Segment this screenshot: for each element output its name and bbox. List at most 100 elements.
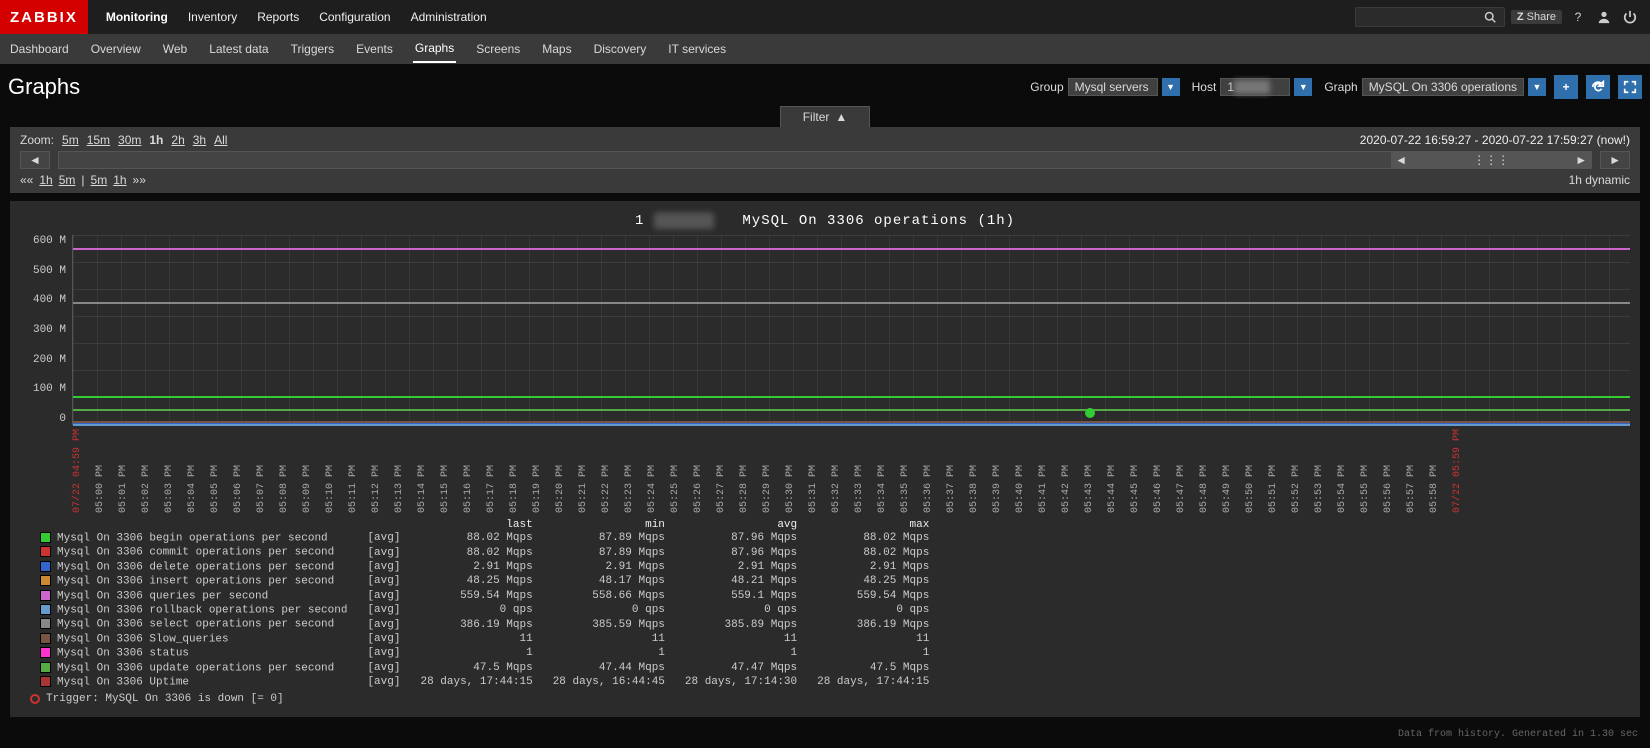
fixed-5m-b[interactable]: 5m — [91, 173, 108, 187]
filter-toggle[interactable]: Filter ▲ — [780, 106, 871, 127]
group-select[interactable]: Mysql servers — [1068, 78, 1158, 96]
top-nav: Monitoring Inventory Reports Configuration A… — [106, 10, 487, 24]
fixed-tail[interactable]: »» — [133, 173, 146, 187]
fixed-5m[interactable]: 5m — [59, 173, 76, 187]
handle-left-icon: ◄ — [1395, 153, 1407, 167]
zoom-All[interactable]: All — [214, 133, 227, 147]
x-tick: 05:06 PM — [233, 429, 244, 513]
topnav-inventory[interactable]: Inventory — [188, 10, 237, 24]
zoom-15m[interactable]: 15m — [87, 133, 110, 147]
zoom-1h[interactable]: 1h — [149, 133, 163, 147]
topnav-reports[interactable]: Reports — [257, 10, 299, 24]
x-tick: 05:50 PM — [1245, 429, 1256, 513]
x-tick: 05:40 PM — [1015, 429, 1026, 513]
legend-swatch — [40, 662, 51, 673]
subnav-web[interactable]: Web — [161, 36, 189, 62]
x-tick: 05:47 PM — [1176, 429, 1187, 513]
subnav-graphs[interactable]: Graphs — [413, 35, 456, 63]
subnav-events[interactable]: Events — [354, 36, 395, 62]
x-tick: 07/22 04:59 PM — [72, 429, 83, 513]
x-tick: 05:46 PM — [1153, 429, 1164, 513]
x-tick: 05:27 PM — [716, 429, 727, 513]
chart-plot[interactable] — [72, 235, 1630, 425]
time-next-button[interactable]: ► — [1600, 151, 1630, 169]
time-controls: Zoom:5m15m30m1h2h3hAll 2020-07-22 16:59:… — [10, 127, 1640, 193]
x-tick: 05:26 PM — [693, 429, 704, 513]
x-tick: 07/22 05:59 PM — [1452, 429, 1463, 513]
subnav-screens[interactable]: Screens — [474, 36, 522, 62]
legend-row: Mysql On 3306 begin operations per secon… — [30, 531, 939, 545]
fixed-sep: | — [81, 173, 84, 187]
legend-header: last — [410, 519, 542, 531]
subnav-triggers[interactable]: Triggers — [289, 36, 337, 62]
zoom-30m[interactable]: 30m — [118, 133, 141, 147]
subnav-latest-data[interactable]: Latest data — [207, 36, 270, 62]
graph-label: Graph — [1324, 80, 1357, 94]
user-icon[interactable] — [1594, 7, 1614, 27]
legend-header — [30, 519, 410, 531]
heading-row: Graphs Group Mysql servers ▼ Host 1xxxxx… — [0, 64, 1650, 106]
subnav-discovery[interactable]: Discovery — [592, 36, 649, 62]
legend-row: Mysql On 3306 insert operations per seco… — [30, 574, 939, 588]
refresh-button[interactable] — [1586, 75, 1610, 99]
add-favorite-button[interactable]: + — [1554, 75, 1578, 99]
host-dropdown-icon[interactable]: ▼ — [1294, 78, 1312, 96]
subnav-overview[interactable]: Overview — [89, 36, 143, 62]
share-label: Share — [1527, 11, 1556, 23]
logo[interactable]: ZABBIX — [0, 0, 88, 34]
chart-title: 1 ██████ MySQL On 3306 operations (1h) — [20, 213, 1630, 229]
x-tick: 05:25 PM — [670, 429, 681, 513]
x-tick: 05:51 PM — [1268, 429, 1279, 513]
legend-header: min — [543, 519, 675, 531]
x-tick: 05:49 PM — [1222, 429, 1233, 513]
global-search[interactable] — [1355, 7, 1505, 27]
graph-dropdown-icon[interactable]: ▼ — [1528, 78, 1546, 96]
y-tick: 200 M — [33, 354, 66, 366]
subnav-it-services[interactable]: IT services — [666, 36, 728, 62]
subnav-dashboard[interactable]: Dashboard — [8, 36, 71, 62]
legend-swatch — [40, 532, 51, 543]
time-scrubber-handle[interactable]: ◄ ⋮⋮⋮ ► — [1391, 152, 1591, 168]
host-select[interactable]: 1xxxxx — [1220, 78, 1290, 96]
legend-swatch — [40, 604, 51, 615]
help-icon[interactable]: ? — [1568, 7, 1588, 27]
zoom-label: Zoom: — [20, 133, 54, 147]
subnav-maps[interactable]: Maps — [540, 36, 573, 62]
legend-row: Mysql On 3306 rollback operations per se… — [30, 603, 939, 617]
legend-swatch — [40, 618, 51, 629]
y-tick: 100 M — [33, 383, 66, 395]
series-line — [73, 409, 1630, 411]
legend-header: max — [807, 519, 939, 531]
x-tick: 05:32 PM — [831, 429, 842, 513]
zoom-2h[interactable]: 2h — [171, 133, 184, 147]
host-value: 1 — [1227, 80, 1234, 94]
handle-right-icon: ► — [1575, 153, 1587, 167]
zoom-5m[interactable]: 5m — [62, 133, 79, 147]
fixed-1h[interactable]: 1h — [39, 173, 52, 187]
graph-select[interactable]: MySQL On 3306 operations — [1362, 78, 1524, 96]
filter-label: Filter — [803, 110, 830, 124]
fixed-lead[interactable]: «« — [20, 173, 33, 187]
power-icon[interactable] — [1620, 7, 1640, 27]
chart-card: 1 ██████ MySQL On 3306 operations (1h) 6… — [10, 201, 1640, 717]
topnav-configuration[interactable]: Configuration — [319, 10, 390, 24]
topnav-administration[interactable]: Administration — [411, 10, 487, 24]
time-prev-button[interactable]: ◄ — [20, 151, 50, 169]
legend-row: Mysql On 3306 delete operations per seco… — [30, 560, 939, 574]
x-tick: 05:29 PM — [762, 429, 773, 513]
x-tick: 05:13 PM — [394, 429, 405, 513]
x-tick: 05:12 PM — [371, 429, 382, 513]
share-button[interactable]: Z Share — [1511, 10, 1562, 24]
legend-row: Mysql On 3306 select operations per seco… — [30, 617, 939, 631]
x-tick: 05:02 PM — [141, 429, 152, 513]
fixed-1h-b[interactable]: 1h — [113, 173, 126, 187]
topnav-monitoring[interactable]: Monitoring — [106, 10, 168, 24]
time-scrubber[interactable]: ◄ ⋮⋮⋮ ► — [58, 151, 1592, 169]
x-tick: 05:07 PM — [256, 429, 267, 513]
fullscreen-button[interactable] — [1618, 75, 1642, 99]
x-tick: 05:05 PM — [210, 429, 221, 513]
group-dropdown-icon[interactable]: ▼ — [1162, 78, 1180, 96]
zoom-3h[interactable]: 3h — [193, 133, 206, 147]
x-tick: 05:37 PM — [946, 429, 957, 513]
legend-swatch — [40, 546, 51, 557]
